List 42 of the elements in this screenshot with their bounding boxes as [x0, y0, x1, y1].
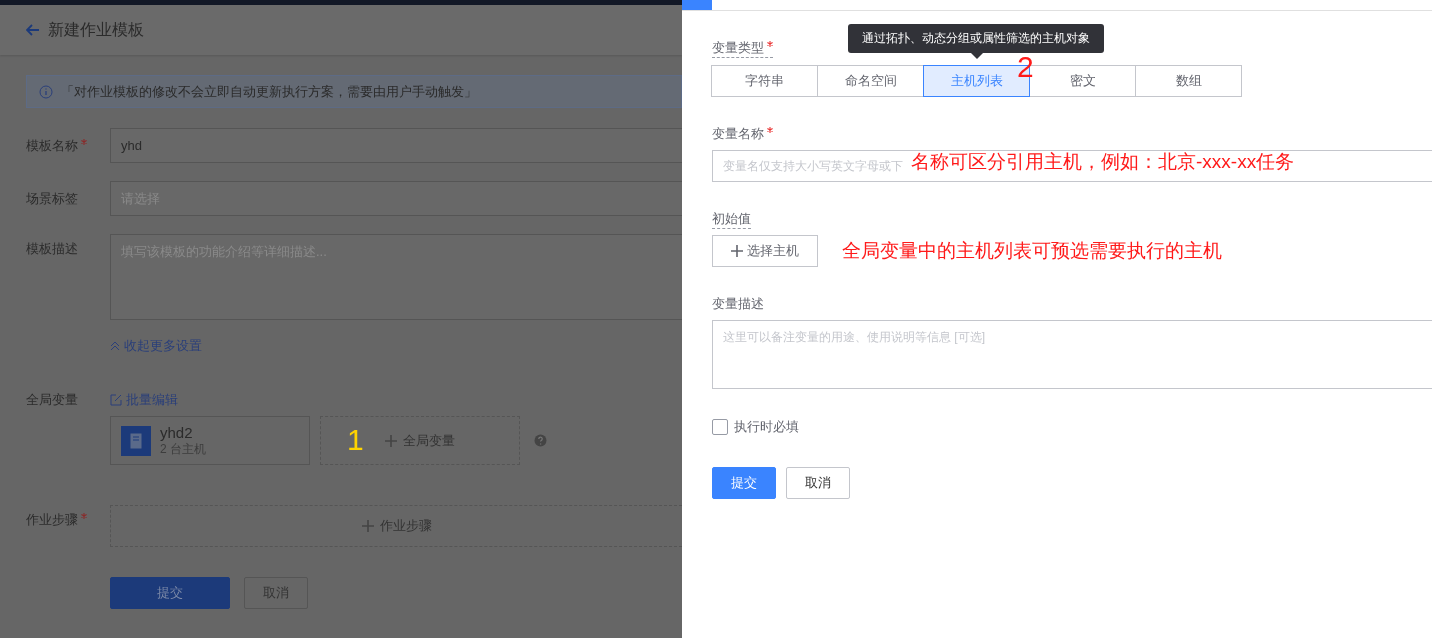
required-icon [767, 41, 773, 47]
collapse-link[interactable]: 收起更多设置 [110, 337, 202, 355]
required-icon [81, 513, 87, 519]
help-icon[interactable] [534, 434, 547, 447]
plus-icon [385, 434, 397, 447]
required-icon [767, 127, 773, 133]
required-checkbox[interactable]: 执行时必填 [712, 418, 1432, 436]
checkbox[interactable] [712, 419, 728, 435]
tooltip-pointer-icon [971, 53, 983, 59]
annotation-number: 1 [347, 423, 364, 457]
field-label: 全局变量 [26, 391, 78, 409]
annotation-text: 全局变量中的主机列表可预选需要执行的主机 [842, 239, 1222, 263]
notice-text: 「对作业模板的修改不会立即自动更新执行方案，需要由用户手动触发」 [61, 82, 477, 101]
field-label: 模板名称 [26, 136, 78, 155]
type-tab[interactable]: 数组 [1135, 65, 1242, 97]
annotation-text: 名称可区分引用主机，例如：北京-xxx-xx任务 [911, 150, 1296, 174]
select-hosts-button[interactable]: 选择主机 [712, 235, 818, 267]
batch-edit-link[interactable]: 批量编辑 [110, 391, 178, 409]
cancel-button[interactable]: 取消 [786, 467, 850, 499]
field-label: 变量描述 [712, 295, 764, 313]
submit-button[interactable]: 提交 [110, 577, 230, 609]
info-icon [39, 84, 53, 99]
field-label: 变量名称 [712, 125, 764, 143]
submit-button[interactable]: 提交 [712, 467, 776, 499]
tooltip: 通过拓扑、动态分组或属性筛选的主机对象 [848, 24, 1104, 53]
field-label: 作业步骤 [26, 511, 78, 529]
type-tab[interactable]: 命名空间 [817, 65, 924, 97]
plus-icon [731, 245, 743, 257]
document-icon [121, 425, 151, 456]
field-label: 变量类型 [712, 39, 764, 57]
back-arrow-icon[interactable] [26, 24, 40, 36]
chevron-up-icon [110, 341, 120, 351]
text-input[interactable]: yhd [110, 128, 682, 163]
plus-icon [361, 520, 374, 532]
required-icon [81, 138, 87, 145]
field-label: 模板描述 [26, 240, 78, 258]
page-title: 新建作业模板 [48, 19, 144, 40]
edit-icon [110, 394, 122, 406]
tab-indicator [682, 0, 712, 10]
field-label: 初始值 [712, 210, 751, 228]
type-tab[interactable]: 字符串 [711, 65, 818, 97]
variable-name: yhd2 [160, 423, 194, 441]
